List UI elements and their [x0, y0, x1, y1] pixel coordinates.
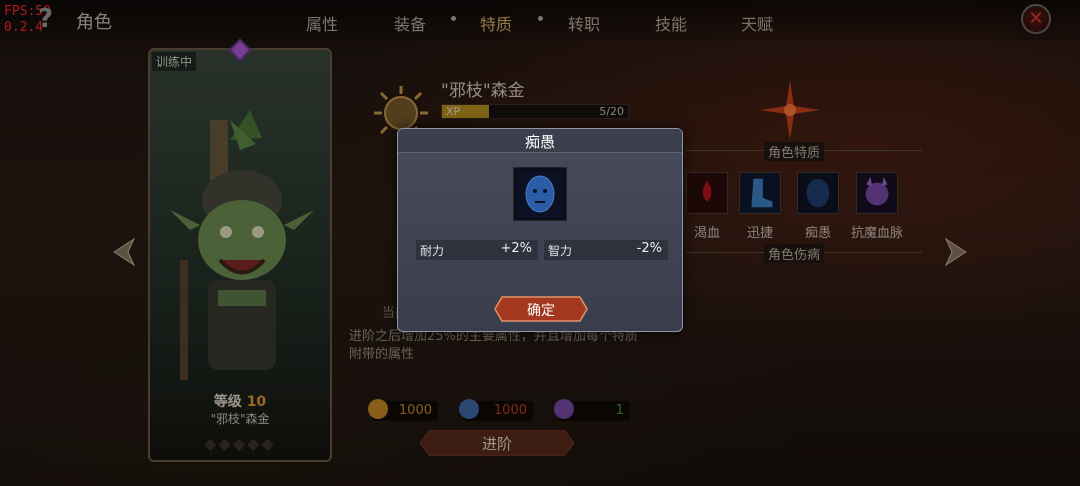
trait-detail-dialog: 痴愚 耐力 +2% 智力 -2% 确定 [397, 128, 683, 332]
stat-name: 智力 [548, 244, 573, 258]
confirm-button[interactable]: 确定 [494, 296, 588, 322]
stat-value: -2% [636, 241, 662, 256]
confirm-button-label: 确定 [527, 303, 555, 319]
stat-value: +2% [500, 241, 532, 256]
dull-face-icon [513, 167, 567, 221]
stat-name: 耐力 [420, 244, 445, 258]
stat-row-intelligence: 智力 -2% [544, 240, 668, 260]
stat-row-stamina: 耐力 +2% [416, 240, 538, 260]
dialog-title: 痴愚 [524, 133, 555, 151]
